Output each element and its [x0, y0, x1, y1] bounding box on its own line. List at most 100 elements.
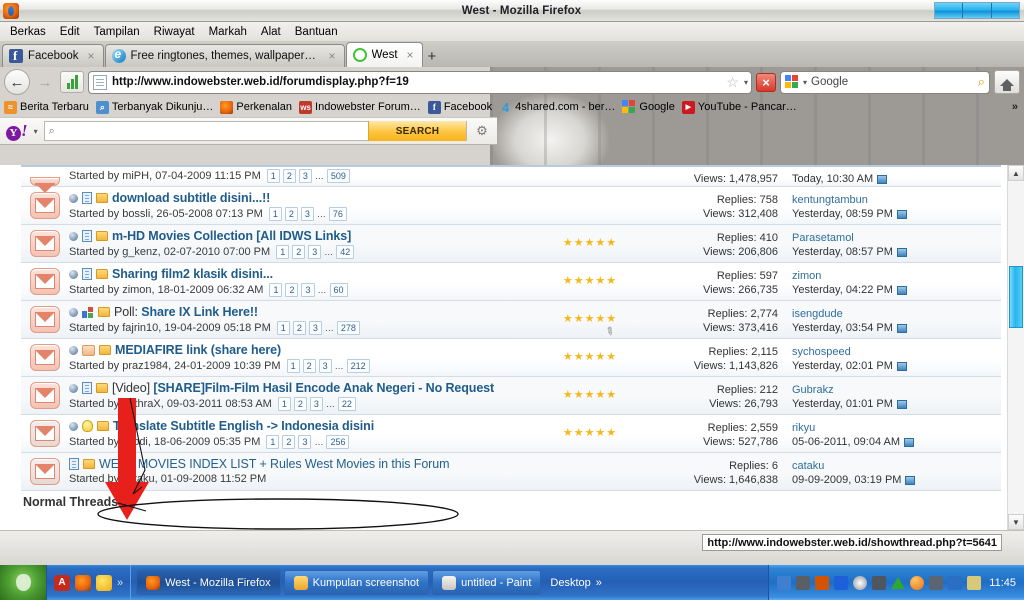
window-controls[interactable]: [934, 2, 1020, 19]
page-links[interactable]: 1 2 3 … 509: [266, 169, 350, 183]
page-link[interactable]: 3: [298, 169, 312, 183]
page-scrollbar[interactable]: ▲ ▼: [1007, 165, 1024, 530]
jump-to-last-post-icon[interactable]: [904, 437, 915, 447]
table-row[interactable]: MEDIAFIRE link (share here) Started by p…: [21, 339, 1001, 377]
page-link[interactable]: 1: [266, 169, 280, 183]
menu-alat[interactable]: Alat: [255, 25, 287, 39]
jump-to-last-post-icon[interactable]: [877, 174, 888, 184]
page-link-last[interactable]: 256: [326, 435, 350, 449]
page-link[interactable]: 3: [301, 283, 315, 297]
thread-title-link[interactable]: Translate Subtitle English -> Indonesia …: [113, 419, 374, 433]
page-link[interactable]: 2: [284, 207, 298, 221]
table-row[interactable]: WEST MOVIES INDEX LIST + Rules West Movi…: [21, 453, 1001, 491]
page-link[interactable]: 3: [300, 207, 314, 221]
monitor-icon[interactable]: [929, 575, 944, 590]
bookmark-star-icon[interactable]: ☆: [726, 74, 739, 91]
minimize-button[interactable]: [935, 3, 964, 18]
stats-bar-icon[interactable]: [60, 71, 84, 93]
page-link[interactable]: 1: [276, 321, 290, 335]
last-post-user-link[interactable]: isengdude: [792, 307, 1001, 321]
bookmark-facebook[interactable]: f Facebook: [427, 100, 492, 114]
tab-free-ringtones[interactable]: Free ringtones, themes, wallpapers… ×: [104, 44, 345, 67]
page-link[interactable]: 2: [292, 245, 306, 259]
task-west-firefox[interactable]: West - Mozilla Firefox: [136, 570, 281, 595]
page-link[interactable]: 1: [276, 245, 290, 259]
scrollbar-track[interactable]: [1008, 181, 1024, 514]
yahoo-search-button[interactable]: SEARCH: [368, 121, 466, 141]
stop-button[interactable]: ×: [756, 72, 776, 92]
page-link[interactable]: 3: [298, 435, 312, 449]
bookmark-perkenalan[interactable]: Perkenalan: [220, 100, 292, 114]
page-link-last[interactable]: 212: [346, 359, 370, 373]
page-links[interactable]: 1 2 3 … 256: [266, 435, 350, 449]
page-link[interactable]: 3: [308, 321, 322, 335]
jump-to-last-post-icon[interactable]: [896, 209, 907, 219]
page-link[interactable]: 1: [286, 359, 300, 373]
bookmark-youtube[interactable]: ▶ YouTube - Pancar…: [681, 100, 797, 114]
gear-icon[interactable]: ⚙: [473, 123, 491, 139]
page-links[interactable]: 1 2 3 … 42: [276, 245, 355, 259]
triangle-icon[interactable]: [891, 576, 906, 589]
page-link[interactable]: 2: [282, 169, 296, 183]
search-magnifier-icon[interactable]: ⌕: [978, 74, 985, 90]
quick-launch-overflow-icon[interactable]: »: [117, 577, 123, 589]
table-row[interactable]: Started by miPH, 07-04-2009 11:15 PM 1 2…: [21, 167, 1001, 193]
chevron-down-icon[interactable]: ▾: [744, 78, 748, 87]
jump-to-last-post-icon[interactable]: [896, 361, 907, 371]
menu-edit[interactable]: Edit: [54, 25, 86, 39]
thread-title-link[interactable]: download subtitle disini...!!: [112, 191, 270, 205]
page-links[interactable]: 1 2 3 … 76: [268, 207, 347, 221]
new-tab-button[interactable]: +: [424, 48, 443, 67]
page-link[interactable]: 1: [266, 435, 280, 449]
close-button[interactable]: [991, 3, 1019, 18]
table-row[interactable]: Sharing film2 klasik disini... Started b…: [21, 263, 1001, 301]
menu-bantuan[interactable]: Bantuan: [289, 25, 344, 39]
adobe-reader-icon[interactable]: A: [54, 574, 70, 591]
jump-to-last-post-icon[interactable]: [905, 475, 916, 485]
thread-title-link[interactable]: MEDIAFIRE link (share here): [115, 343, 281, 357]
bookmark-indowebster-forum[interactable]: ws Indowebster Forum…: [299, 100, 421, 114]
thread-title-link[interactable]: [Video] [SHARE]Film-Film Hasil Encode An…: [112, 381, 494, 395]
scroll-up-icon[interactable]: ▲: [1008, 165, 1024, 181]
scrollbar-thumb[interactable]: [1009, 266, 1023, 328]
blue-app-icon[interactable]: [948, 575, 963, 590]
table-row[interactable]: m-HD Movies Collection [All IDWS Links] …: [21, 225, 1001, 263]
taskbar-clock[interactable]: 11:45: [986, 577, 1016, 589]
page-links[interactable]: 1 2 3 … 60: [269, 283, 348, 297]
jump-to-last-post-icon[interactable]: [896, 399, 907, 409]
tab-west-close-icon[interactable]: ×: [407, 48, 414, 62]
tab-west[interactable]: West ×: [345, 42, 423, 67]
antivirus-icon[interactable]: [815, 575, 830, 590]
jump-to-last-post-icon[interactable]: [896, 323, 907, 333]
page-link-last[interactable]: 278: [336, 321, 360, 335]
thread-title-link[interactable]: Sharing film2 klasik disini...: [112, 267, 273, 281]
page-link[interactable]: 1: [268, 207, 282, 221]
task-kumpulan-screenshot[interactable]: Kumpulan screenshot: [283, 570, 430, 595]
yahoo-search-input[interactable]: ⌕: [45, 125, 368, 138]
address-bar[interactable]: http://www.indowebster.web.id/forumdispl…: [88, 70, 752, 94]
norton-icon[interactable]: [853, 575, 868, 590]
page-link-last[interactable]: 42: [336, 245, 355, 259]
last-post-user-link[interactable]: kentungtambun: [792, 193, 1001, 207]
search-engine-chevron-icon[interactable]: ▾: [803, 78, 807, 87]
start-button[interactable]: [0, 565, 46, 600]
jump-to-last-post-icon[interactable]: [896, 285, 907, 295]
page-link[interactable]: 3: [309, 397, 323, 411]
bookmarks-overflow-icon[interactable]: »: [1012, 101, 1020, 113]
page-link[interactable]: 3: [318, 359, 332, 373]
desktop-toolbar[interactable]: Desktop »: [544, 577, 607, 589]
last-post-user-link[interactable]: Gubrakz: [792, 383, 1001, 397]
back-button[interactable]: ←: [4, 69, 30, 95]
firefox-icon[interactable]: [75, 574, 91, 591]
page-link[interactable]: 2: [285, 283, 299, 297]
last-post-user-link[interactable]: cataku: [792, 459, 1001, 473]
page-link-last[interactable]: 60: [329, 283, 348, 297]
page-link-last[interactable]: 509: [326, 169, 350, 183]
forward-button[interactable]: →: [34, 71, 56, 93]
tab-facebook[interactable]: Facebook ×: [2, 44, 104, 67]
last-post-user-link[interactable]: Parasetamol: [792, 231, 1001, 245]
orange-icon[interactable]: [910, 575, 925, 590]
bookmark-berita-terbaru[interactable]: ≈ Berita Terbaru: [4, 100, 89, 114]
bookmark-4shared[interactable]: 4 4shared.com - ber…: [499, 100, 615, 115]
page-link-last[interactable]: 76: [328, 207, 347, 221]
